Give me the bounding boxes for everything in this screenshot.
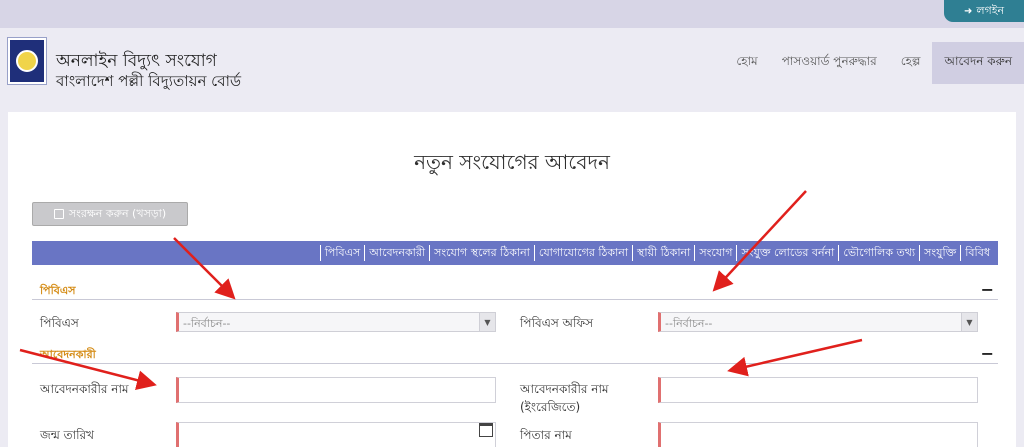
applicant-name-en-sublabel: (ইংরেজিতে)	[520, 400, 581, 414]
applicant-name-en-input[interactable]	[658, 377, 978, 403]
sign-in-icon: ➜	[963, 5, 973, 17]
applicant-name-label: আবেদনকারীর নাম	[40, 382, 129, 396]
login-label: লগইন	[976, 3, 1005, 17]
section-pbs-title: পিবিএস	[40, 284, 76, 297]
collapse-pbs-button[interactable]: −	[981, 280, 994, 299]
site-header: অনলাইন বিদ্যুৎ সংযোগ বাংলাদেশ পল্লী বিদ্…	[0, 28, 1024, 110]
brand-subtitle: বাংলাদেশ পল্লী বিদ্যুতায়ন বোর্ড	[56, 72, 241, 90]
pbs-label: পিবিএস	[40, 316, 79, 330]
section-applicant-title: আবেদনকারী	[40, 348, 96, 361]
tab-connected-load[interactable]: সংযুক্ত লোডের বর্ননা	[736, 245, 838, 261]
tab-geographic-info[interactable]: ভৌগোলিক তথ্য	[838, 245, 919, 261]
bulb-icon	[16, 50, 38, 72]
tab-applicant[interactable]: আবেদনকারী	[364, 245, 429, 261]
tab-attachments[interactable]: সংযুক্তি	[919, 245, 960, 261]
dob-label: জন্ম তারিখ	[40, 428, 95, 442]
page-title: নতুন সংযোগের আবেদন	[414, 150, 610, 174]
nav-help[interactable]: হেল্প	[889, 42, 933, 84]
application-panel: নতুন সংযোগের আবেদন সংরক্ষন করুন (খসড়া) …	[8, 112, 1016, 447]
nav-apply[interactable]: আবেদন করুন	[932, 42, 1024, 84]
applicant-name-input[interactable]	[176, 377, 496, 403]
section-tabs: পিবিএস আবেদনকারী সংযোগ স্থলের ঠিকানা যোগ…	[32, 241, 998, 265]
chevron-down-icon: ▼	[479, 313, 495, 331]
brand-logo[interactable]	[7, 37, 47, 85]
pbs-office-select-value: --নির্বাচন--	[665, 317, 713, 330]
pbs-office-select[interactable]: --নির্বাচন-- ▼	[658, 312, 978, 332]
tab-pbs[interactable]: পিবিএস	[319, 245, 365, 261]
main-nav: হোম পাসওয়ার্ড পুনরুদ্ধার হেল্প আবেদন কর…	[724, 42, 1024, 84]
section-pbs-header: পিবিএস −	[32, 280, 998, 300]
applicant-name-en-label: আবেদনকারীর নাম	[520, 382, 609, 396]
collapse-applicant-button[interactable]: −	[981, 344, 994, 363]
pbs-select[interactable]: --নির্বাচন-- ▼	[176, 312, 496, 332]
floppy-disk-icon	[53, 209, 64, 219]
login-button[interactable]: ➜ লগইন	[944, 0, 1024, 22]
top-bar: ➜ লগইন	[0, 0, 1024, 28]
nav-password-recovery[interactable]: পাসওয়ার্ড পুনরুদ্ধার	[770, 42, 889, 84]
tab-connection[interactable]: সংযোগ	[694, 245, 736, 261]
section-applicant-header: আবেদনকারী −	[32, 344, 998, 364]
pbs-select-value: --নির্বাচন--	[183, 317, 231, 330]
tab-miscellaneous[interactable]: বিবিধ	[960, 245, 994, 261]
tab-permanent-address[interactable]: স্থায়ী ঠিকানা	[632, 245, 694, 261]
save-draft-button[interactable]: সংরক্ষন করুন (খসড়া)	[32, 202, 188, 226]
nav-home[interactable]: হোম	[724, 42, 769, 84]
tab-contact-address[interactable]: যোগাযোগের ঠিকানা	[533, 245, 632, 261]
father-name-label: পিতার নাম	[520, 428, 572, 442]
save-draft-label: সংরক্ষন করুন (খসড়া)	[68, 206, 167, 220]
calendar-icon[interactable]	[479, 423, 493, 437]
dob-input[interactable]	[176, 422, 496, 447]
chevron-down-icon: ▼	[961, 313, 977, 331]
father-name-input[interactable]	[658, 422, 978, 447]
pbs-office-label: পিবিএস অফিস	[520, 316, 594, 330]
tab-connection-address[interactable]: সংযোগ স্থলের ঠিকানা	[429, 245, 534, 261]
